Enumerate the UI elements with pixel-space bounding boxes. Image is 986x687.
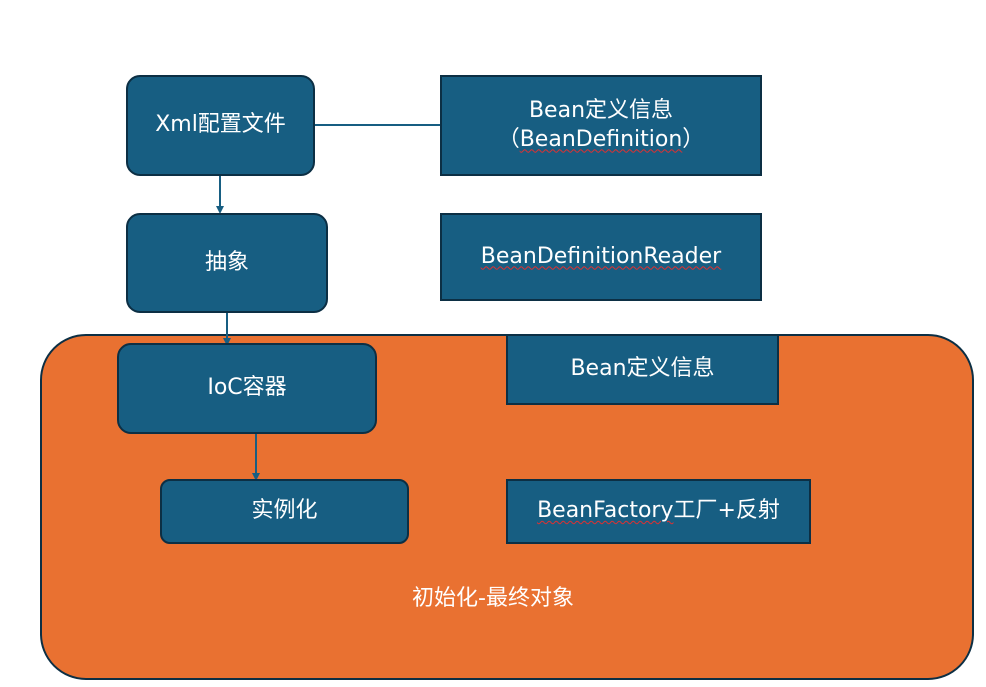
bean-definition-sub-suffix: ） <box>682 126 705 152</box>
bean-definition-reader-node: BeanDefinitionReader <box>440 213 762 301</box>
bean-definition-sub-prefix: （ <box>497 126 520 152</box>
abstraction-label: 抽象 <box>204 249 249 275</box>
bean-definition-sub-word: BeanDefinition <box>519 126 683 152</box>
ioc-container-label: IoC容器 <box>207 375 287 401</box>
xml-config-node: Xml配置文件 <box>126 75 315 176</box>
abstraction-node: 抽象 <box>126 213 328 313</box>
bean-factory-label: BeanFactory工厂+反射 <box>537 497 780 526</box>
xml-config-label: Xml配置文件 <box>155 112 286 138</box>
bean-definition-info-label: Bean定义信息 <box>570 356 715 382</box>
bean-definition-info-node: Bean定义信息 <box>506 334 779 405</box>
bean-definition-title: Bean定义信息 <box>528 97 674 123</box>
instantiation-node: 实例化 <box>160 479 409 544</box>
bean-factory-node: BeanFactory工厂+反射 <box>506 479 811 544</box>
instantiation-label: 实例化 <box>251 498 318 524</box>
bean-factory-word: BeanFactory <box>537 498 674 524</box>
bean-factory-rest: 工厂+反射 <box>673 498 780 524</box>
bean-definition-subtitle: （BeanDefinition） <box>498 126 705 155</box>
bean-definition-reader-label: BeanDefinitionReader <box>480 243 722 269</box>
ioc-container-node: IoC容器 <box>117 343 377 434</box>
bean-definition-node: Bean定义信息 （BeanDefinition） <box>440 75 762 176</box>
